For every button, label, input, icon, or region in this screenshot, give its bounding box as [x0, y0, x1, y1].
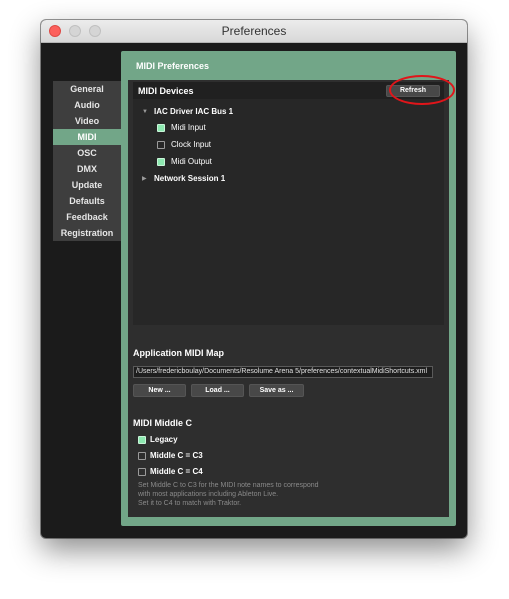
middle-c-c4-label: Middle C = C4 — [150, 467, 203, 476]
sidebar-item-midi[interactable]: MIDI — [53, 129, 121, 145]
sidebar-item-video[interactable]: Video — [53, 113, 121, 129]
sidebar-item-general[interactable]: General — [53, 81, 121, 97]
sidebar-item-update[interactable]: Update — [53, 177, 121, 193]
title-bar[interactable]: Preferences — [41, 20, 467, 43]
panel-title: MIDI Preferences — [136, 61, 210, 71]
panel-content: MIDI Devices Refresh ▼ IAC Driver IAC Bu… — [128, 80, 449, 517]
middle-c-c3-checkbox[interactable] — [138, 452, 146, 460]
device-network-session[interactable]: Network Session 1 — [154, 173, 225, 185]
midi-middle-c-label: MIDI Middle C — [133, 418, 192, 428]
sidebar-item-feedback[interactable]: Feedback — [53, 209, 121, 225]
new-map-button[interactable]: New ... — [133, 384, 186, 397]
midi-output-label: Midi Output — [171, 157, 212, 166]
save-as-map-button[interactable]: Save as ... — [249, 384, 304, 397]
help-line: Set it to C4 to match with Traktor. — [138, 500, 242, 507]
collapsed-triangle-icon[interactable]: ▶ — [142, 175, 147, 182]
app-midi-map-label: Application MIDI Map — [133, 348, 224, 358]
midi-devices-list: ▼ IAC Driver IAC Bus 1 Midi Input Clock … — [133, 99, 444, 325]
legacy-label: Legacy — [150, 435, 178, 444]
preferences-window: Preferences General Audio Video MIDI OSC… — [41, 20, 467, 538]
middle-c-c4-checkbox[interactable] — [138, 468, 146, 476]
sidebar-item-audio[interactable]: Audio — [53, 97, 121, 113]
middle-c-c3-label: Middle C = C3 — [150, 451, 203, 460]
load-map-button[interactable]: Load ... — [191, 384, 244, 397]
sidebar-item-registration[interactable]: Registration — [53, 225, 121, 241]
midi-devices-label: MIDI Devices — [138, 86, 194, 96]
midi-input-checkbox[interactable] — [157, 124, 165, 132]
clock-input-checkbox[interactable] — [157, 141, 165, 149]
annotation-highlight-circle — [389, 75, 455, 105]
preferences-sidebar: General Audio Video MIDI OSC DMX Update … — [53, 81, 121, 241]
sidebar-item-dmx[interactable]: DMX — [53, 161, 121, 177]
midi-input-label: Midi Input — [171, 123, 206, 132]
legacy-checkbox[interactable] — [138, 436, 146, 444]
sidebar-item-osc[interactable]: OSC — [53, 145, 121, 161]
midi-output-checkbox[interactable] — [157, 158, 165, 166]
midi-preferences-panel: MIDI Preferences MIDI Devices Refresh ▼ … — [121, 51, 456, 526]
expanded-triangle-icon[interactable]: ▼ — [142, 109, 148, 115]
middle-c-help-text: Set Middle C to C3 for the MIDI note nam… — [138, 481, 378, 508]
help-line: Set Middle C to C3 for the MIDI note nam… — [138, 482, 319, 489]
window-title: Preferences — [221, 24, 287, 38]
device-iac-driver[interactable]: IAC Driver IAC Bus 1 — [154, 106, 233, 118]
help-line: with most applications including Ableton… — [138, 491, 279, 498]
clock-input-label: Clock Input — [171, 140, 212, 149]
sidebar-item-defaults[interactable]: Defaults — [53, 193, 121, 209]
midi-map-path-field[interactable]: /Users/fredericboulay/Documents/Resolume… — [133, 366, 433, 378]
